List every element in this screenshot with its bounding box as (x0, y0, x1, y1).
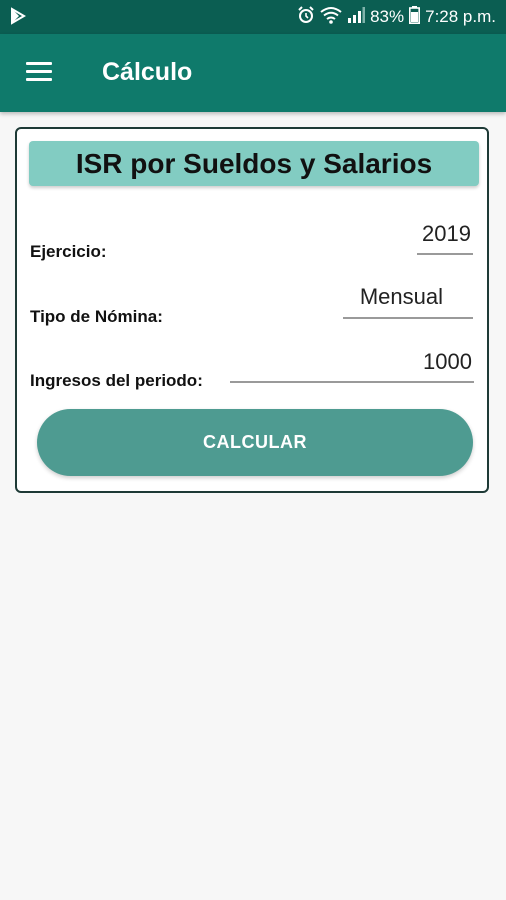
signal-icon (347, 6, 366, 28)
status-indicators: 83% 7:28 p.m. (297, 5, 496, 29)
page-title: Cálculo (102, 58, 193, 86)
status-bar: 83% 7:28 p.m. (0, 0, 506, 34)
ejercicio-label: Ejercicio: (30, 242, 107, 261)
battery-percent: 83% (370, 7, 405, 26)
card-title: ISR por Sueldos y Salarios (29, 141, 479, 186)
app-bar: Cálculo (0, 34, 506, 112)
notification-icon (10, 7, 26, 30)
clock: 7:28 p.m. (425, 7, 496, 26)
tipo-nomina-label: Tipo de Nómina: (30, 307, 163, 326)
alarm-icon (297, 5, 315, 29)
calcular-button[interactable]: CALCULAR (37, 409, 473, 476)
battery-icon (409, 5, 421, 29)
tipo-nomina-select[interactable]: Mensual (343, 284, 473, 319)
ingresos-label: Ingresos del periodo: (30, 371, 203, 390)
ejercicio-field[interactable]: 2019 (417, 221, 473, 255)
ingresos-field[interactable]: 1000 (230, 349, 474, 383)
menu-icon[interactable] (26, 62, 54, 84)
calculation-card: ISR por Sueldos y Salarios Ejercicio: 20… (15, 127, 489, 493)
wifi-icon (320, 6, 342, 29)
